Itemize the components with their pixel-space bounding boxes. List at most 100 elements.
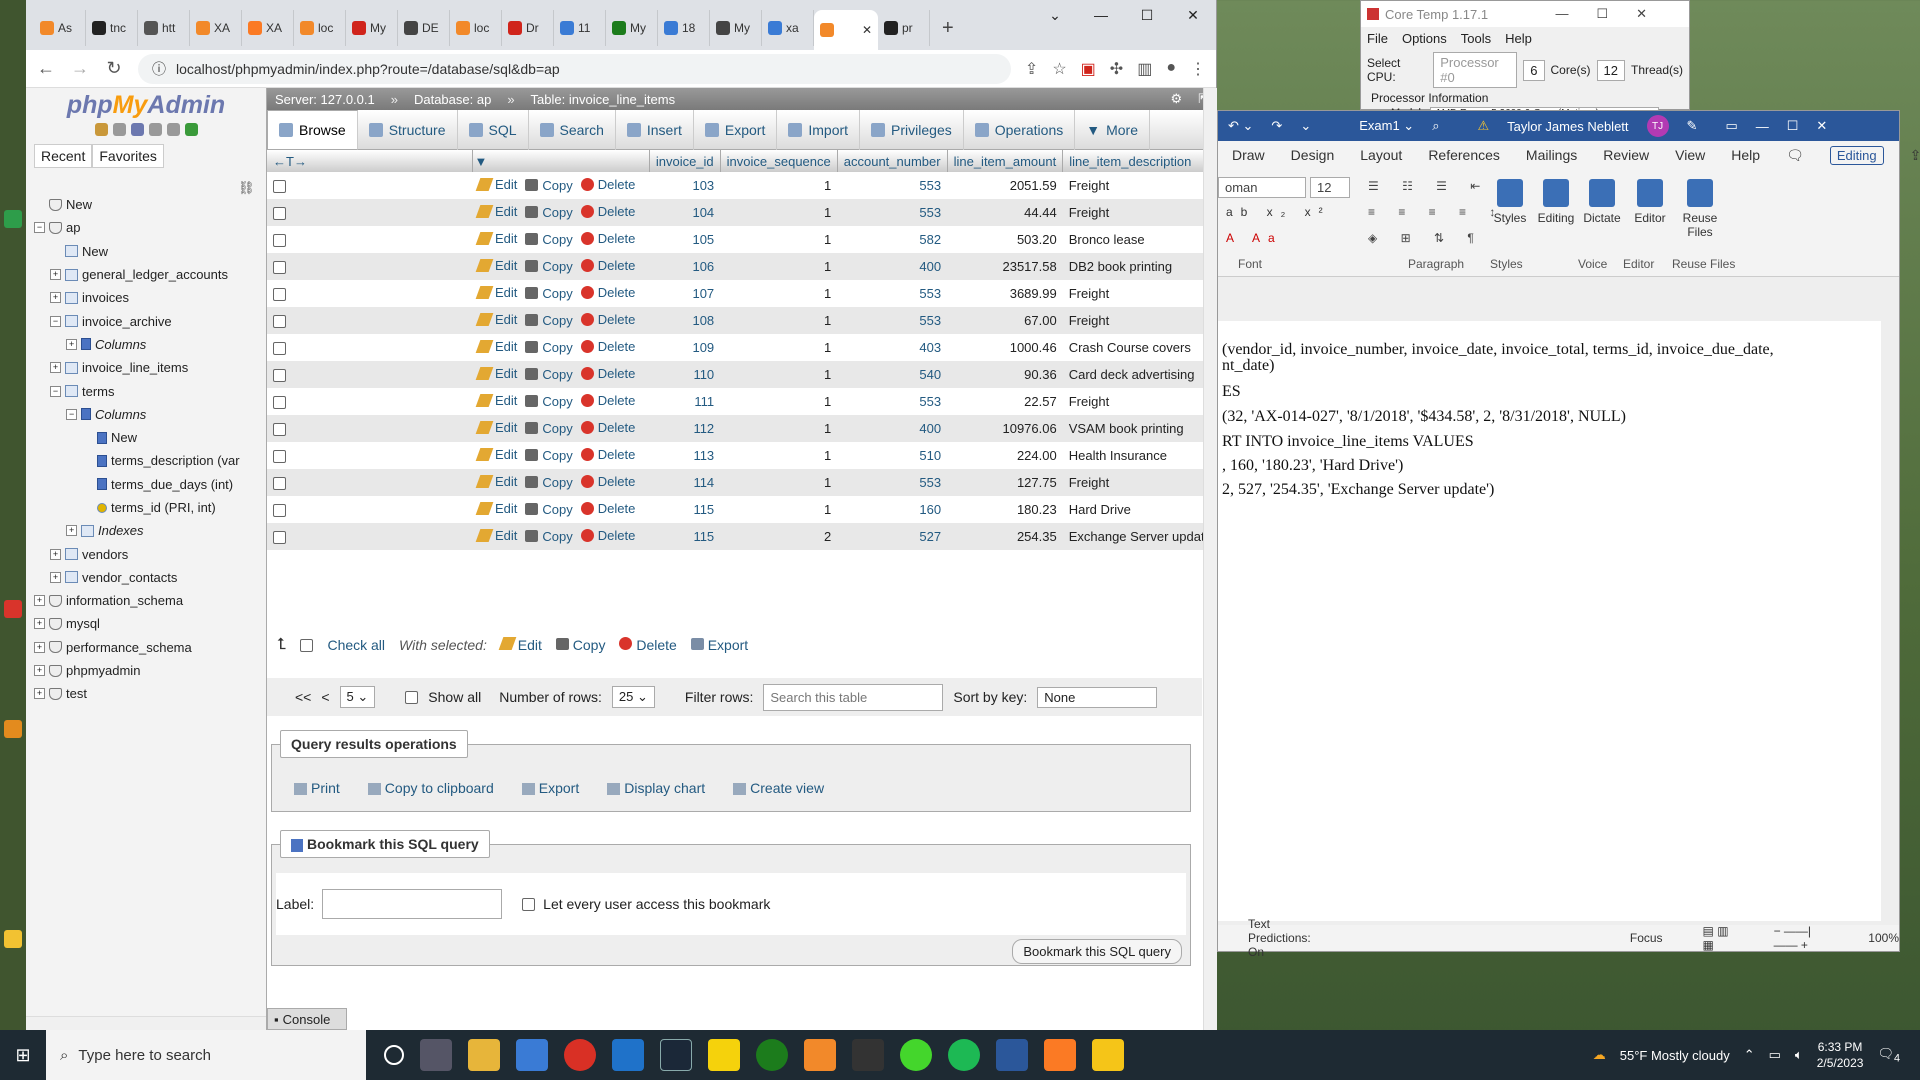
font-format-buttons[interactable]: ab x₂ x²: [1226, 205, 1331, 219]
weather-text[interactable]: 55°F Mostly cloudy: [1620, 1048, 1730, 1063]
ribbon-tab-design[interactable]: Design: [1291, 147, 1335, 163]
browser-tab[interactable]: 18: [658, 10, 710, 46]
browser-tab[interactable]: 11: [554, 10, 606, 46]
tree-item[interactable]: − Columns: [34, 403, 264, 426]
row-copy-button[interactable]: Copy: [525, 178, 573, 193]
browser-tab[interactable]: tnc: [86, 10, 138, 46]
forward-icon[interactable]: →: [70, 58, 90, 79]
row-copy-button[interactable]: Copy: [525, 286, 573, 301]
share-icon[interactable]: ⇪: [1025, 59, 1038, 79]
reload-nav-icon[interactable]: [184, 123, 198, 136]
row-copy-button[interactable]: Copy: [525, 421, 573, 436]
horizontal-scrollbar[interactable]: [26, 1016, 266, 1030]
tab-export[interactable]: Export: [694, 109, 778, 150]
row-delete-button[interactable]: Delete: [580, 366, 635, 381]
prev-page-button[interactable]: <: [321, 689, 329, 705]
row-checkbox[interactable]: [273, 477, 286, 491]
row-checkbox[interactable]: [273, 234, 286, 248]
col-account-number[interactable]: account_number: [837, 150, 948, 172]
tree-item[interactable]: − terms: [34, 379, 264, 402]
row-copy-button[interactable]: Copy: [525, 502, 573, 517]
search-icon[interactable]: ⌕: [1432, 118, 1439, 134]
tree-item[interactable]: + vendor_contacts: [34, 566, 264, 589]
expand-icon[interactable]: +: [34, 618, 45, 630]
xampp-control-icon[interactable]: [1044, 1039, 1076, 1071]
chrome-icon[interactable]: [564, 1039, 596, 1071]
expand-icon[interactable]: +: [50, 548, 61, 560]
home-icon[interactable]: [94, 123, 108, 136]
dictate-button[interactable]: Dictate: [1578, 179, 1626, 225]
tab-structure[interactable]: Structure: [358, 109, 458, 150]
tree-item[interactable]: New: [34, 193, 264, 216]
browser-tab[interactable]: My: [606, 10, 658, 46]
expand-icon[interactable]: +: [34, 641, 45, 653]
col-invoice-id[interactable]: invoice_id: [649, 150, 721, 172]
vertical-scrollbar[interactable]: [1203, 88, 1217, 1030]
tab-more[interactable]: ▼ More: [1075, 109, 1150, 150]
browser-tab[interactable]: My: [710, 10, 762, 46]
row-edit-button[interactable]: Edit: [475, 177, 517, 192]
row-copy-button[interactable]: Copy: [525, 475, 573, 490]
row-edit-button[interactable]: Edit: [475, 312, 517, 327]
qro-link-create-view[interactable]: Create view: [733, 780, 824, 796]
razer-icon[interactable]: [900, 1039, 932, 1071]
row-checkbox[interactable]: [273, 288, 286, 302]
breadcrumb-table[interactable]: Table: invoice_line_items: [531, 92, 676, 107]
bulk-copy-button[interactable]: Copy: [555, 637, 605, 653]
back-icon[interactable]: ←: [36, 58, 56, 79]
file-explorer-icon[interactable]: [468, 1039, 500, 1071]
tab-privileges[interactable]: Privileges: [860, 109, 964, 150]
row-edit-button[interactable]: Edit: [475, 204, 517, 219]
editing-button[interactable]: Editing: [1532, 179, 1580, 225]
sort-by-key-select[interactable]: None: [1037, 686, 1158, 708]
tree-item[interactable]: + vendors: [34, 542, 264, 565]
row-checkbox[interactable]: [273, 369, 286, 383]
row-edit-button[interactable]: Edit: [475, 366, 517, 381]
ribbon-tab-draw[interactable]: Draw: [1232, 147, 1265, 163]
volume-icon[interactable]: 🔈︎: [1795, 1047, 1803, 1063]
row-checkbox[interactable]: [273, 180, 286, 194]
font-size-select[interactable]: 12: [1310, 177, 1350, 198]
row-checkbox[interactable]: [273, 504, 286, 518]
undo-icon[interactable]: ↶ ⌄: [1228, 118, 1253, 134]
maximize-button[interactable]: ☐: [1787, 118, 1799, 134]
close-button[interactable]: ✕: [1170, 0, 1216, 30]
row-copy-button[interactable]: Copy: [525, 367, 573, 382]
tab-search[interactable]: Search: [529, 109, 616, 150]
focus-button[interactable]: Focus: [1630, 931, 1663, 945]
notifications-icon[interactable]: 🗨︎4: [1877, 1046, 1900, 1065]
row-delete-button[interactable]: Delete: [580, 285, 635, 300]
share-icon[interactable]: ⇪: [1910, 147, 1920, 164]
ribbon-tab-help[interactable]: Help: [1731, 147, 1760, 163]
tree-item[interactable]: + Indexes: [34, 519, 264, 542]
tree-item[interactable]: + invoice_line_items: [34, 356, 264, 379]
font-name-select[interactable]: oman: [1218, 177, 1306, 198]
sort-indicator[interactable]: ▼: [472, 150, 650, 172]
sort-arrows-header[interactable]: ←T→: [267, 150, 473, 172]
breadcrumb-database[interactable]: Database: ap: [414, 92, 491, 107]
tree-item[interactable]: + mysql: [34, 612, 264, 635]
network-icon[interactable]: ▭: [1769, 1047, 1781, 1063]
expand-icon[interactable]: +: [34, 665, 45, 677]
expand-icon[interactable]: +: [66, 338, 77, 350]
bookmark-submit-button[interactable]: Bookmark this SQL query: [1012, 939, 1182, 964]
sidebar-icon[interactable]: ▥: [1137, 59, 1152, 79]
doc-title[interactable]: Exam1 ⌄: [1359, 118, 1414, 134]
qro-link-print[interactable]: Print: [294, 780, 340, 796]
reuse-files-button[interactable]: Reuse Files: [1676, 179, 1724, 239]
bulk-export-button[interactable]: Export: [690, 637, 748, 653]
url-field[interactable]: ⓘ localhost/phpmyadmin/index.php?route=/…: [138, 53, 1011, 84]
redo-icon[interactable]: ↷: [1271, 118, 1282, 134]
row-edit-button[interactable]: Edit: [475, 285, 517, 300]
tree-item[interactable]: terms_due_days (int): [34, 473, 264, 496]
first-page-button[interactable]: <<: [295, 689, 311, 705]
row-delete-button[interactable]: Delete: [580, 528, 635, 543]
browser-tab[interactable]: XA: [190, 10, 242, 46]
weather-icon[interactable]: ☁: [1593, 1047, 1606, 1063]
row-delete-button[interactable]: Delete: [580, 204, 635, 219]
row-delete-button[interactable]: Delete: [580, 393, 635, 408]
row-copy-button[interactable]: Copy: [525, 529, 573, 544]
tree-item[interactable]: + invoices: [34, 286, 264, 309]
row-delete-button[interactable]: Delete: [580, 420, 635, 435]
browser-tab[interactable]: htt: [138, 10, 190, 46]
